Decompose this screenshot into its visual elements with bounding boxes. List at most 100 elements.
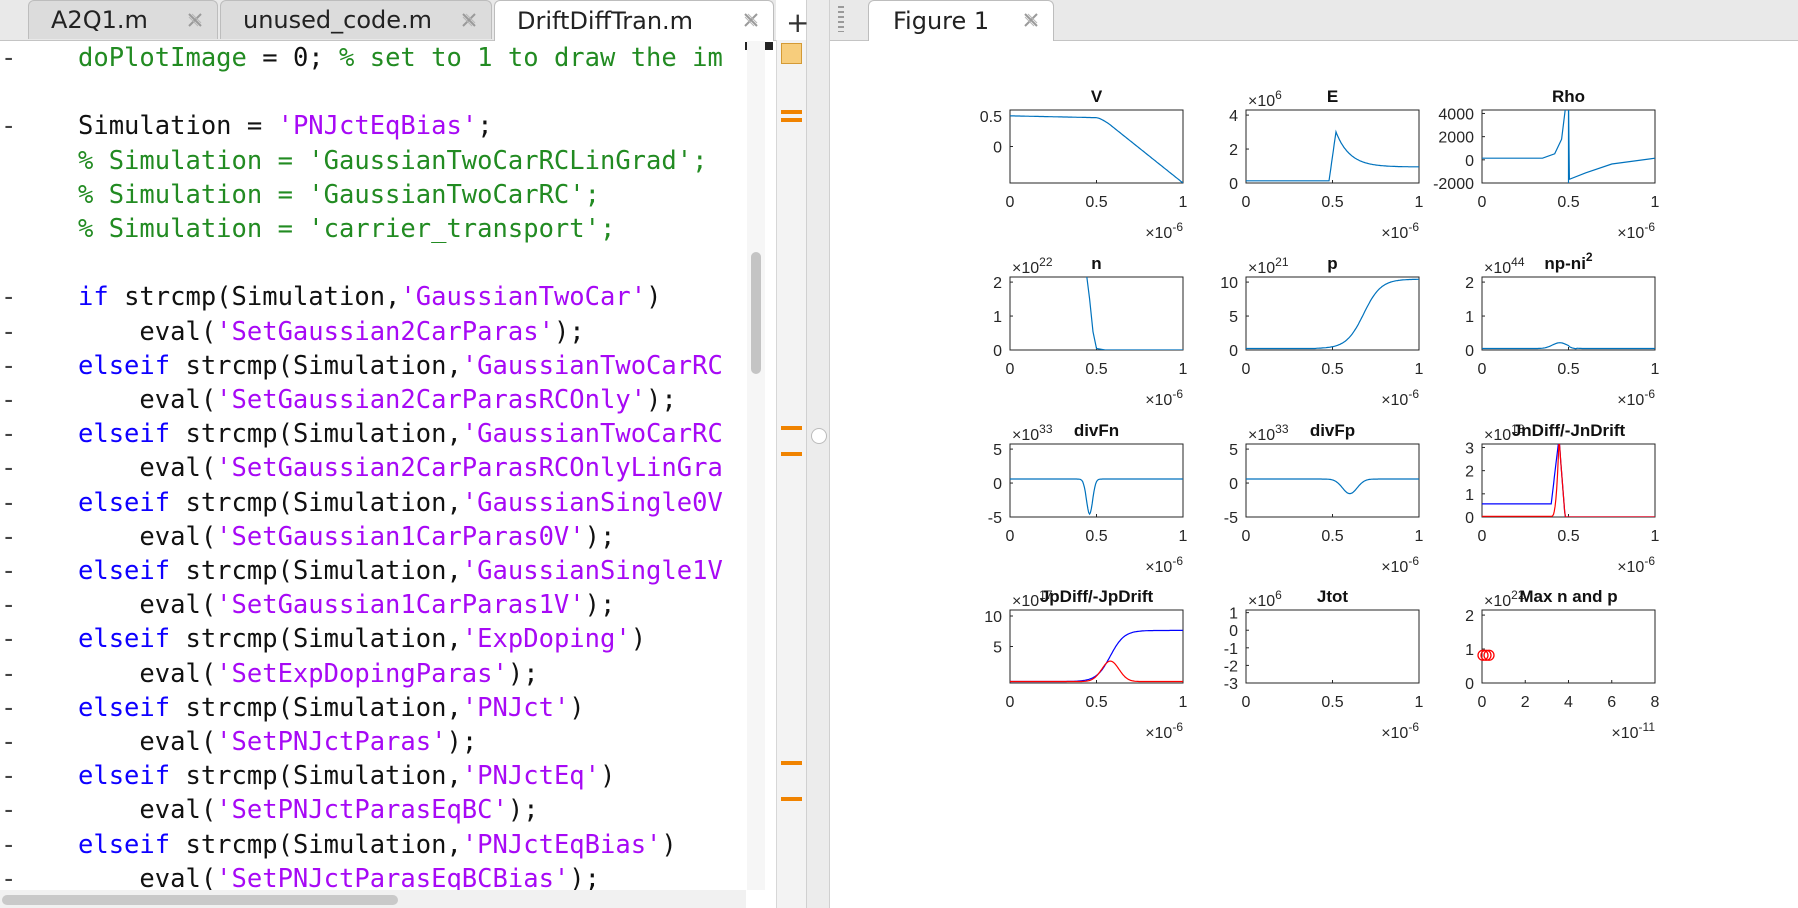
warning-marker[interactable] (781, 797, 802, 801)
breakpoint-marker[interactable]: - (1, 41, 16, 75)
code-line[interactable]: % Simulation = 'carrier_transport'; (0, 212, 746, 246)
warning-marker[interactable] (781, 761, 802, 765)
breakpoint-marker[interactable]: - (1, 828, 16, 862)
close-icon[interactable] (185, 10, 205, 30)
code-line[interactable]: - Simulation = 'PNJctEqBias'; (0, 109, 746, 143)
code-line[interactable]: - elseif strcmp(Simulation,'PNJctEqBias') (0, 828, 746, 862)
code-line[interactable]: % Simulation = 'GaussianTwoCarRC'; (0, 178, 746, 212)
subplot-max-n-and-p[interactable]: 0 2 4 6 8012×10-11×1022Max n and p (1465, 587, 1659, 742)
code-line[interactable]: % Simulation = 'GaussianTwoCarRCLinGrad'… (0, 144, 746, 178)
panel-divider[interactable] (806, 0, 830, 908)
subplot-jpdiff-jpdrift[interactable]: 0 0.5 1510×10-6×1017JpDiff/-JpDrift (984, 587, 1187, 742)
scrollbar-thumb[interactable] (2, 895, 398, 905)
code-line[interactable]: - elseif strcmp(Simulation,'GaussianTwoCa… (0, 417, 746, 451)
close-icon[interactable] (1021, 10, 1041, 30)
breakpoint-marker[interactable]: - (1, 315, 16, 349)
breakpoint-marker[interactable]: - (1, 109, 16, 143)
breakpoint-marker[interactable]: - (1, 520, 16, 554)
code-token: ) (661, 829, 677, 860)
warning-marker[interactable] (781, 452, 802, 456)
breakpoint-marker[interactable]: - (1, 417, 16, 451)
breakpoint-marker[interactable]: - (1, 862, 16, 890)
subplot-rho[interactable]: 0 0.5 1-2000020004000×10-6Rho (1433, 87, 1659, 242)
breakpoint-marker[interactable]: - (1, 486, 16, 520)
subplot-divfn[interactable]: 0 0.5 1-505×10-6×1033 divFn (988, 421, 1188, 576)
code-line[interactable]: - eval('SetGaussian2CarParasRCOnlyLinGra (0, 451, 746, 485)
tab-figure-1[interactable]: Figure 1 (868, 0, 1054, 41)
code-line[interactable]: - elseif strcmp(Simulation,'GaussianSingl… (0, 486, 746, 520)
code-line[interactable]: - elseif strcmp(Simulation,'GaussianTwoCa… (0, 349, 746, 383)
breakpoint-marker[interactable]: - (1, 759, 16, 793)
code-text: eval('SetGaussian2CarParasRCOnly'); (78, 383, 676, 417)
x-exponent: ×10-6 (1145, 220, 1183, 242)
code-line[interactable]: - doPlotImage = 0; % set to 1 to draw the… (0, 41, 746, 75)
subplot-np-ni[interactable]: 0 0.5 1 0 1 2 ×10-6 ×1044 np-ni2 (1465, 250, 1659, 409)
tab-unused-code[interactable]: unused_code.m (220, 0, 492, 39)
code-line[interactable]: - eval('SetPNJctParas'); (0, 725, 746, 759)
code-token: 'SetGaussian1CarParas1V' (216, 590, 585, 621)
x-exponent-power: -6 (1644, 220, 1655, 234)
breakpoint-marker[interactable]: - (1, 383, 16, 417)
tab-driftdifftran[interactable]: DriftDiffTran.m (494, 0, 774, 41)
x-tick-label: 4 (1564, 694, 1573, 711)
warning-status-icon[interactable] (781, 43, 802, 64)
warning-marker[interactable] (781, 426, 802, 430)
x-tick-label: 1 (1651, 361, 1660, 378)
subplot-divfp[interactable]: 0 0.5 1-505×10-6×1033 divFp (1224, 421, 1424, 576)
breakpoint-marker[interactable]: - (1, 725, 16, 759)
new-tab-button[interactable]: + (786, 6, 809, 39)
axes-box (1481, 443, 1656, 518)
code-token: strcmp(Simulation, (170, 350, 462, 381)
breakpoint-marker[interactable]: - (1, 657, 16, 691)
warning-marker[interactable] (781, 110, 802, 114)
code-line[interactable]: - eval('SetExpDopingParas'); (0, 657, 746, 691)
code-line[interactable]: - eval('SetGaussian2CarParasRCOnly'); (0, 383, 746, 417)
x-exponent: ×10-6 (1381, 554, 1419, 576)
subplot-e[interactable]: 0 0.5 1 0 2 4 ×10-6 ×106 E (1229, 87, 1423, 242)
subplot-n[interactable]: 0 0.5 1 0 1 2 ×10-6 ×1022 n (993, 254, 1187, 409)
breakpoint-marker[interactable]: - (1, 451, 16, 485)
code-line[interactable]: - elseif strcmp(Simulation,'PNJctEq') (0, 759, 746, 793)
code-line[interactable]: - eval('SetGaussian1CarParas0V'); (0, 520, 746, 554)
x-tick-label: 0 (1478, 694, 1487, 711)
code-line[interactable]: - eval('SetGaussian2CarParas'); (0, 315, 746, 349)
x-tick-label: 0.5 (1557, 194, 1579, 211)
code-area[interactable]: - doPlotImage = 0; % set to 1 to draw the… (0, 40, 746, 890)
breakpoint-marker[interactable]: - (1, 349, 16, 383)
code-line[interactable]: - elseif strcmp(Simulation,'GaussianSingl… (0, 554, 746, 588)
code-token: ); (553, 316, 585, 347)
breakpoint-marker[interactable]: - (1, 588, 16, 622)
subplot-jtot[interactable]: 0 0.5 1-3-2-101×10-6×106 Jtot (1224, 587, 1424, 742)
code-line[interactable]: - elseif strcmp(Simulation,'ExpDoping') (0, 622, 746, 656)
code-line[interactable]: - eval('SetGaussian1CarParas1V'); (0, 588, 746, 622)
warning-marker[interactable] (781, 118, 802, 122)
code-editor[interactable]: A2Q1.m unused_code.m DriftDiffTran.m - do… (0, 0, 776, 908)
breakpoint-marker[interactable]: - (1, 793, 16, 827)
code-token: 'GaussianSingle0V (461, 487, 723, 518)
breakpoint-marker[interactable]: - (1, 280, 16, 314)
subplot-jndiff-jndrift[interactable]: 0 0.5 10123×10-6×1018JnDiff/-JnDrift (1465, 421, 1659, 576)
code-line[interactable] (0, 75, 746, 109)
breakpoint-marker[interactable]: - (1, 554, 16, 588)
code-line[interactable]: - eval('SetPNJctParasEqBCBias'); (0, 862, 746, 890)
x-tick-label: 8 (1651, 694, 1660, 711)
code-line[interactable]: - eval('SetPNJctParasEqBC'); (0, 793, 746, 827)
close-icon[interactable] (741, 10, 761, 30)
code-text: elseif strcmp(Simulation,'PNJctEqBias') (78, 828, 677, 862)
breakpoint-marker[interactable]: - (1, 622, 16, 656)
y-tick-label: 2 (1465, 608, 1474, 625)
resize-grip-icon[interactable] (811, 428, 827, 444)
code-token: eval( (78, 453, 217, 484)
horizontal-scrollbar[interactable] (0, 890, 746, 908)
breakpoint-marker[interactable]: - (1, 691, 16, 725)
scrollbar-thumb[interactable] (751, 252, 761, 374)
code-line[interactable] (0, 246, 746, 280)
code-line[interactable]: - elseif strcmp(Simulation,'PNJct') (0, 691, 746, 725)
code-line[interactable]: - if strcmp(Simulation,'GaussianTwoCar') (0, 280, 746, 314)
vertical-scrollbar[interactable] (747, 40, 765, 890)
tab-a2q1[interactable]: A2Q1.m (28, 0, 218, 39)
subplot-p[interactable]: 0 0.5 10510×10-6×1021 p (1220, 254, 1423, 409)
close-icon[interactable] (459, 10, 479, 30)
subplot-v[interactable]: 0 0.5 1 0 0.5 ×10-6 V (980, 87, 1188, 242)
y-tick-label: 4000 (1438, 106, 1474, 123)
